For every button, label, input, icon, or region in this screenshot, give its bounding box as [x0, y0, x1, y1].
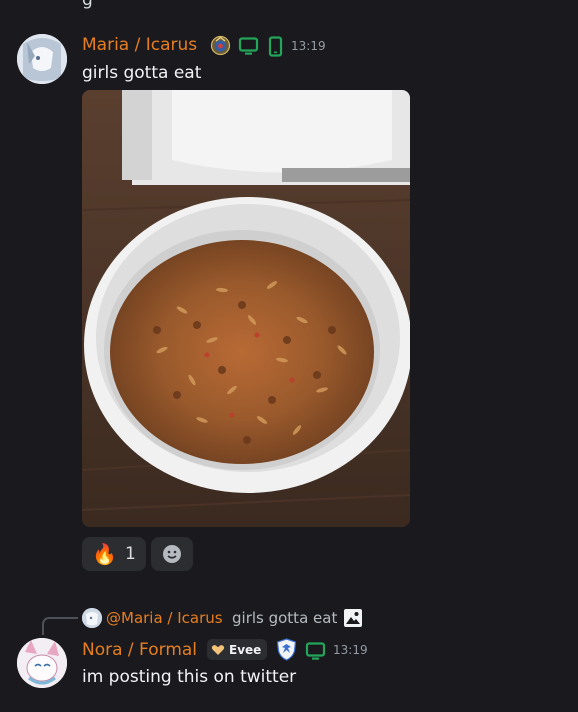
mobile-icon — [265, 36, 286, 57]
food-photo[interactable] — [82, 90, 410, 527]
avatar-nora-image — [17, 638, 67, 688]
avatar-nora[interactable] — [17, 638, 67, 688]
timestamp[interactable]: 13:19 — [291, 39, 326, 53]
desktop-icon — [305, 641, 326, 662]
add-reaction-button[interactable] — [151, 537, 193, 571]
image-icon — [343, 608, 363, 628]
message-text: girls gotta eat — [82, 63, 202, 83]
message-text: im posting this on twitter — [82, 667, 297, 687]
heart-tag-icon — [211, 643, 225, 657]
food-photo-image — [82, 90, 410, 527]
server-tag[interactable]: Evee — [207, 639, 268, 660]
timestamp[interactable]: 13:19 — [333, 643, 368, 657]
reaction-fire[interactable]: 🔥 1 — [82, 537, 146, 571]
reply-text[interactable]: girls gotta eat — [232, 608, 337, 628]
shield-icon — [276, 638, 297, 661]
fire-emoji-icon: 🔥 — [92, 542, 118, 566]
author-name[interactable]: Maria / Icarus — [82, 34, 197, 56]
avatar-maria-image — [17, 34, 67, 84]
reply-connector — [42, 617, 78, 635]
crest-icon — [210, 35, 231, 56]
author-name[interactable]: Nora / Formal — [82, 639, 197, 661]
desktop-icon — [238, 36, 259, 57]
add-reaction-icon — [163, 545, 181, 563]
avatar-maria[interactable] — [17, 34, 67, 84]
server-tag-label: Evee — [229, 642, 262, 657]
reply-avatar — [82, 608, 102, 628]
reaction-count: 1 — [125, 544, 136, 564]
reply-author[interactable]: @Maria / Icarus — [106, 608, 223, 628]
previous-message-fragment: g — [82, 0, 93, 10]
